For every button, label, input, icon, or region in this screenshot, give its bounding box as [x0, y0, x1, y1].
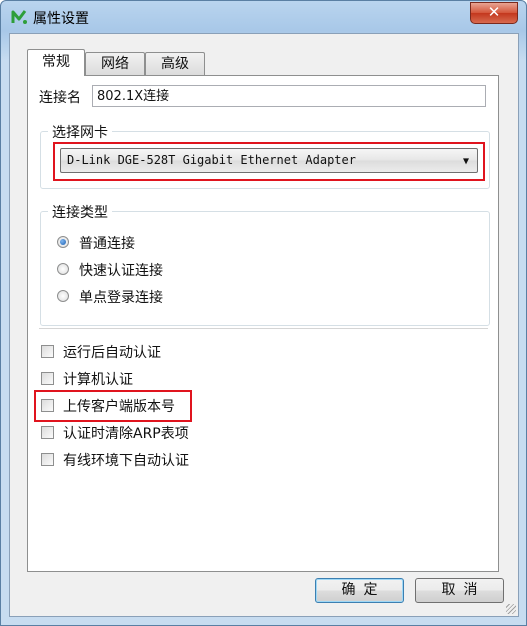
app-logo-icon: [11, 10, 27, 24]
checkbox[interactable]: [41, 426, 54, 439]
title-bar[interactable]: 属性设置 ✕: [1, 1, 526, 33]
radio-single-sign-on-connection[interactable]: 单点登录连接: [57, 287, 257, 307]
checkbox[interactable]: [41, 372, 54, 385]
radio-fast-auth-connection[interactable]: 快速认证连接: [57, 260, 257, 280]
checkbox-label: 计算机认证: [63, 372, 133, 388]
checkbox-computer-auth[interactable]: 计算机认证: [41, 369, 241, 389]
ok-button[interactable]: 确定: [315, 578, 404, 603]
radio-normal-connection[interactable]: 普通连接: [57, 233, 257, 253]
checkbox[interactable]: [41, 453, 54, 466]
connection-name-input[interactable]: 802.1X连接: [92, 85, 486, 107]
radio-button[interactable]: [57, 290, 69, 302]
connection-type-title: 连接类型: [48, 202, 112, 222]
adapter-group-title: 选择网卡: [48, 122, 112, 142]
checkbox-label: 运行后自动认证: [63, 345, 161, 361]
tab-advanced[interactable]: 高级: [145, 52, 205, 75]
divider: [39, 328, 488, 330]
connection-name-label: 连接名: [39, 90, 81, 106]
window-title: 属性设置: [33, 11, 89, 27]
radio-button[interactable]: [57, 263, 69, 275]
tab-general[interactable]: 常规: [27, 49, 85, 76]
resize-grip-icon[interactable]: [506, 604, 516, 614]
radio-label: 普通连接: [79, 236, 135, 252]
checkbox-clear-arp-on-auth[interactable]: 认证时清除ARP表项: [41, 423, 261, 443]
cancel-button[interactable]: 取消: [415, 578, 504, 603]
upload-version-highlight-box: [34, 390, 192, 422]
checkbox-auto-auth-on-start[interactable]: 运行后自动认证: [41, 342, 241, 362]
dialog-client-area: 常规 网络 高级 连接名 802.1X连接 选择网卡 D-Link DGE-52…: [9, 33, 519, 617]
tab-network[interactable]: 网络: [85, 52, 145, 75]
checkbox-label: 有线环境下自动认证: [63, 453, 189, 469]
properties-dialog: 属性设置 ✕ 常规 网络 高级 连接名 802.1X连接 选择网卡 D-Link…: [0, 0, 527, 626]
checkbox[interactable]: [41, 345, 54, 358]
checkbox-label: 认证时清除ARP表项: [63, 426, 189, 442]
close-button[interactable]: ✕: [470, 2, 518, 24]
checkbox-auto-auth-wired[interactable]: 有线环境下自动认证: [41, 450, 261, 470]
adapter-highlight-box: [53, 142, 485, 181]
radio-button-selected[interactable]: [57, 236, 69, 248]
radio-label: 快速认证连接: [79, 263, 163, 279]
radio-label: 单点登录连接: [79, 290, 163, 306]
